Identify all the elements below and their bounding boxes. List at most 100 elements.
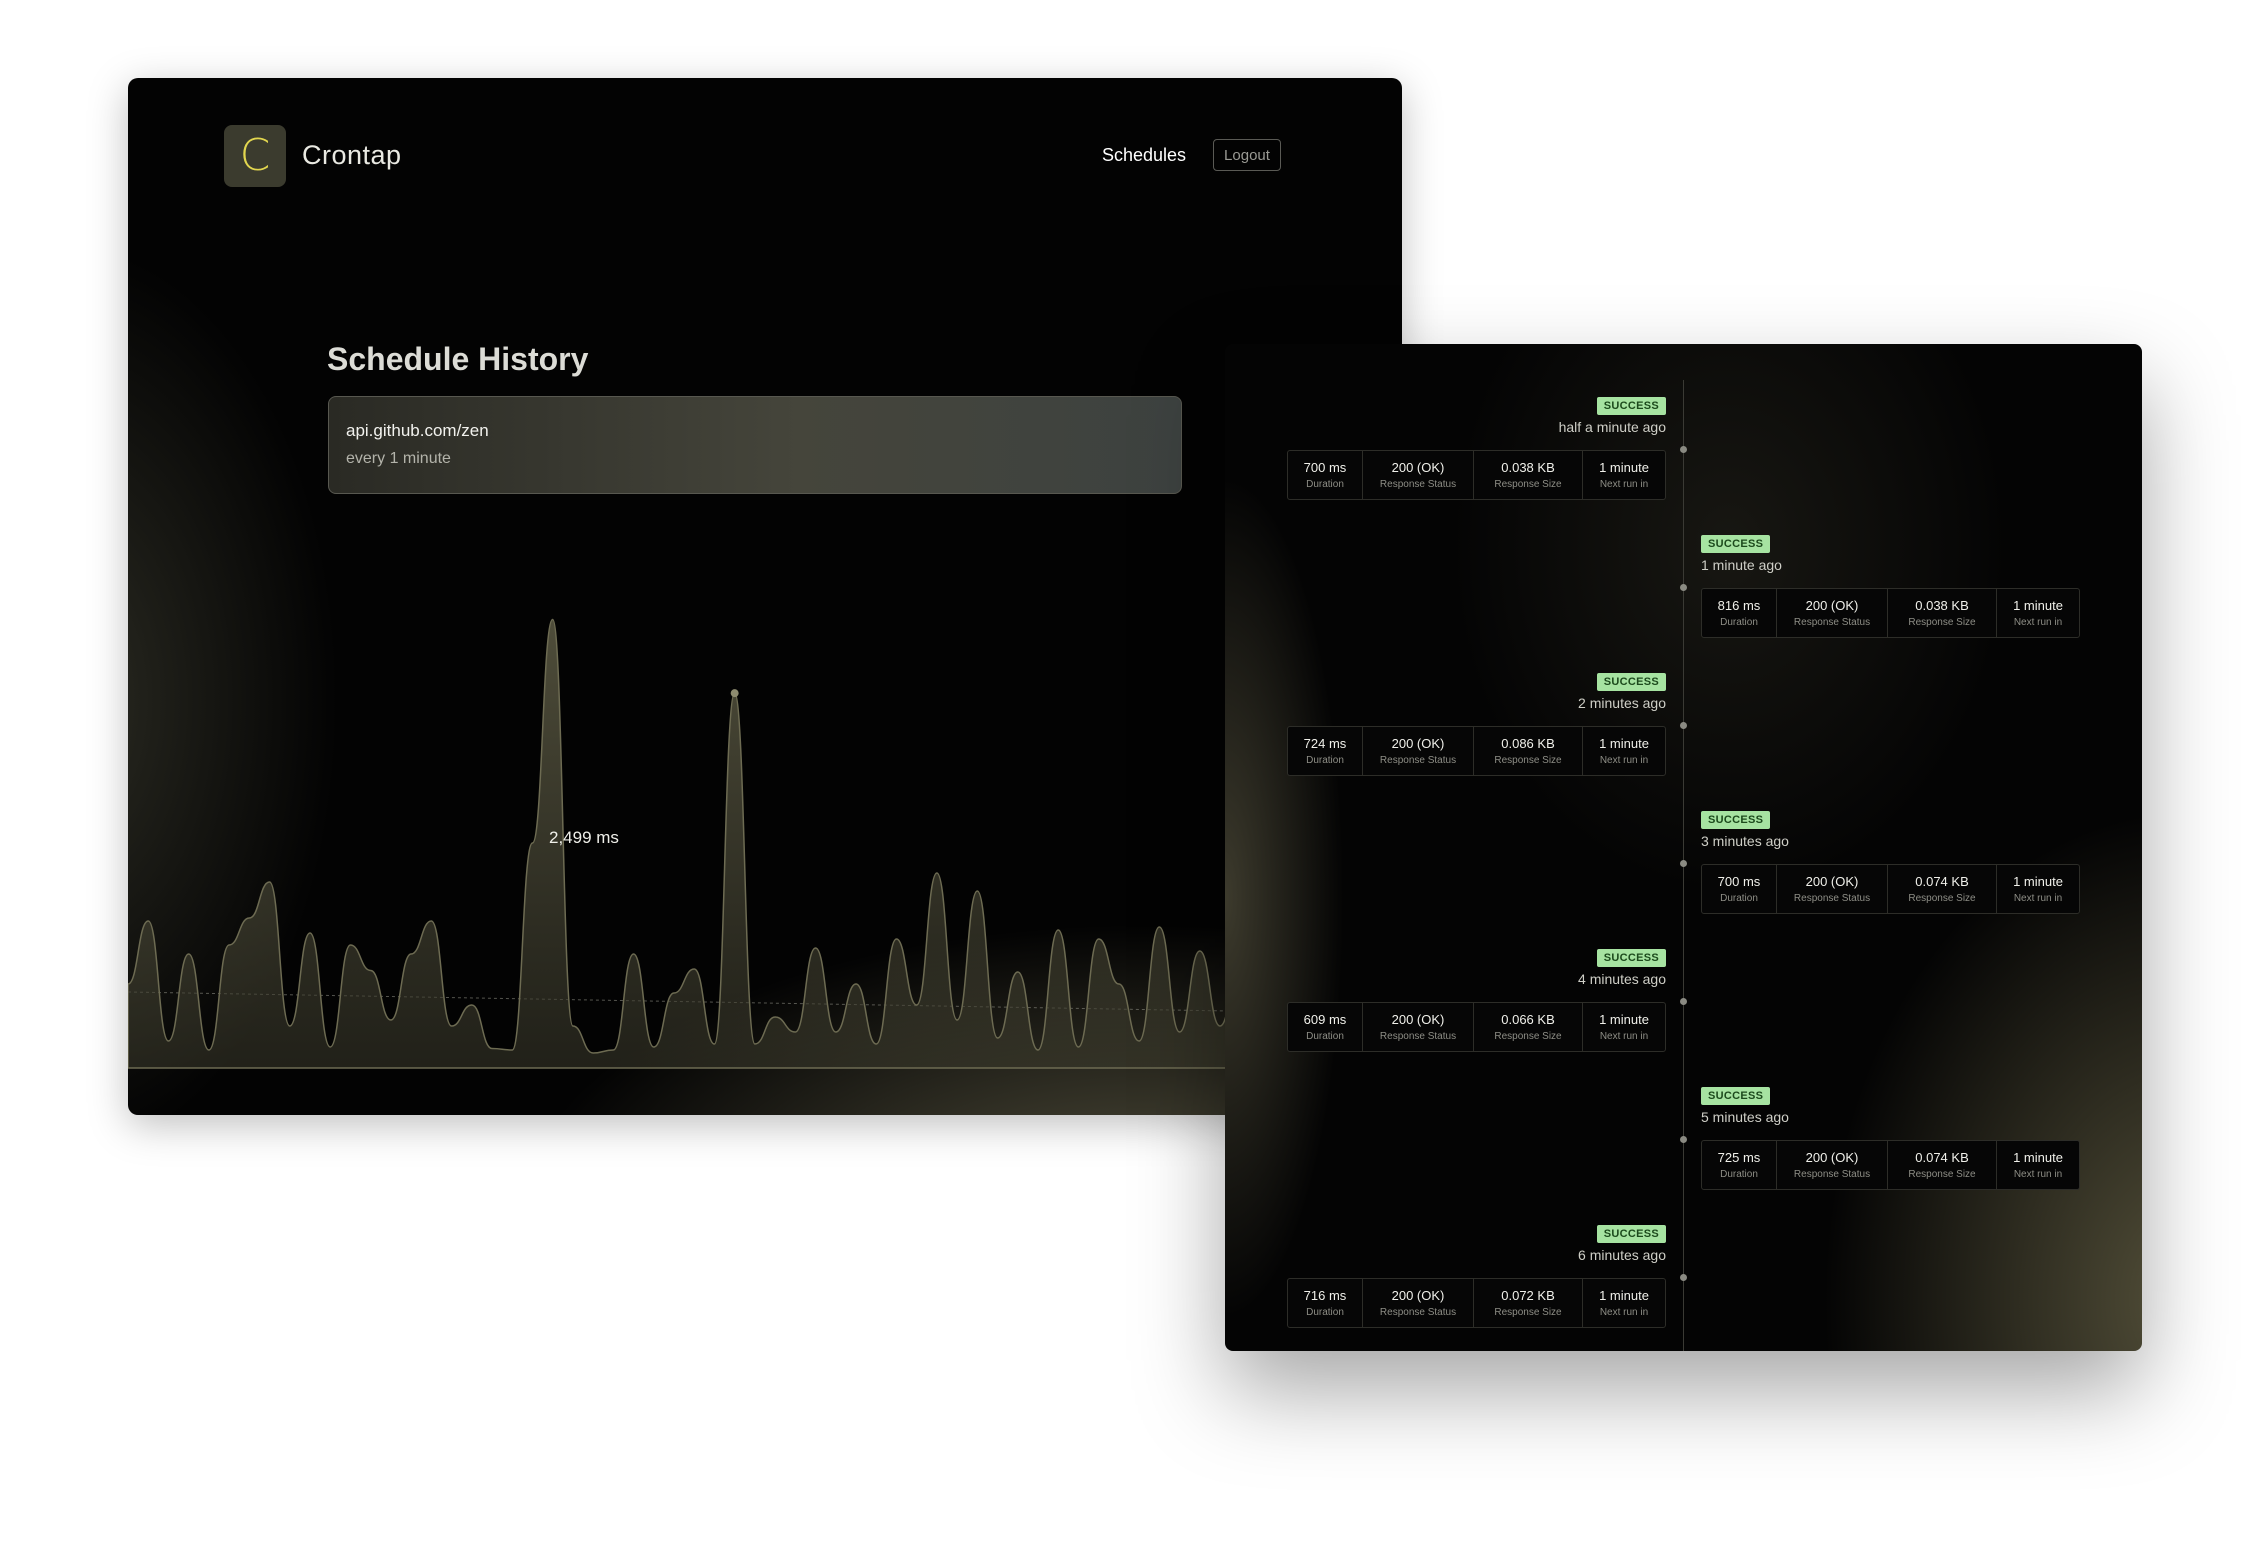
timeline-dot bbox=[1680, 446, 1687, 453]
timeline-entry[interactable]: SUCCESS 3 minutes ago 700 ms Duration 200 (O… bbox=[1701, 810, 2080, 914]
stat-value: 700 ms bbox=[1303, 460, 1347, 475]
stat-value: 1 minute bbox=[1599, 1288, 1649, 1303]
stat-value: 0.074 KB bbox=[1915, 1150, 1969, 1165]
stat-cell: 1 minute Next run in bbox=[1997, 1141, 2079, 1189]
stat-key: Next run in bbox=[1599, 1307, 1649, 1318]
stat-key: Duration bbox=[1306, 1031, 1344, 1042]
stat-value: 609 ms bbox=[1303, 1012, 1347, 1027]
status-badge: SUCCESS bbox=[1596, 1225, 1666, 1243]
stat-cell: 0.074 KB Response Size bbox=[1888, 865, 1997, 913]
run-stats: 725 ms Duration 200 (OK) Response Status 0.0… bbox=[1701, 1140, 2080, 1190]
stat-key: Duration bbox=[1306, 1307, 1344, 1318]
stat-value: 200 (OK) bbox=[1805, 874, 1859, 889]
stat-value: 0.066 KB bbox=[1501, 1012, 1555, 1027]
duration-chart[interactable] bbox=[128, 78, 1402, 1115]
stat-value: 200 (OK) bbox=[1805, 1150, 1859, 1165]
run-stats: 816 ms Duration 200 (OK) Response Status 0.0… bbox=[1701, 588, 2080, 638]
run-time-ago: 4 minutes ago bbox=[1578, 971, 1666, 987]
stat-cell: 200 (OK) Response Status bbox=[1777, 1141, 1888, 1189]
stat-key: Duration bbox=[1720, 893, 1758, 904]
stat-value: 1 minute bbox=[2013, 598, 2063, 613]
stat-key: Response Size bbox=[1494, 1307, 1562, 1318]
stat-cell: 200 (OK) Response Status bbox=[1363, 1003, 1474, 1051]
stat-key: Response Status bbox=[1379, 1031, 1457, 1042]
run-time-ago: 3 minutes ago bbox=[1701, 833, 1789, 849]
stat-cell: 1 minute Next run in bbox=[1997, 865, 2079, 913]
chart-highlight-point[interactable] bbox=[730, 689, 739, 698]
status-badge: SUCCESS bbox=[1596, 397, 1666, 415]
timeline-entry[interactable]: SUCCESS 2 minutes ago 724 ms Duration 200 (O… bbox=[1287, 672, 1666, 776]
stat-value: 724 ms bbox=[1303, 736, 1347, 751]
run-time-ago: 6 minutes ago bbox=[1578, 1247, 1666, 1263]
timeline-dot bbox=[1680, 1136, 1687, 1143]
stat-cell: 700 ms Duration bbox=[1702, 865, 1777, 913]
run-stats: 700 ms Duration 200 (OK) Response Status 0.0… bbox=[1287, 450, 1666, 500]
status-badge: SUCCESS bbox=[1701, 811, 1771, 829]
stat-value: 0.072 KB bbox=[1501, 1288, 1555, 1303]
timeline-entry[interactable]: SUCCESS 4 minutes ago 609 ms Duration 200 (O… bbox=[1287, 948, 1666, 1052]
stat-cell: 0.086 KB Response Size bbox=[1474, 727, 1583, 775]
stat-cell: 1 minute Next run in bbox=[1583, 451, 1665, 499]
stat-key: Next run in bbox=[1599, 1031, 1649, 1042]
duration-area-series bbox=[128, 618, 1402, 1069]
timeline-entry[interactable]: SUCCESS 1 minute ago 816 ms Duration 200 (OK… bbox=[1701, 534, 2080, 638]
timeline-dot bbox=[1680, 584, 1687, 591]
stat-cell: 200 (OK) Response Status bbox=[1777, 589, 1888, 637]
timeline-entry[interactable]: SUCCESS 5 minutes ago 725 ms Duration 200 (O… bbox=[1701, 1086, 2080, 1190]
stat-key: Response Size bbox=[1494, 479, 1562, 490]
stat-key: Next run in bbox=[2013, 1169, 2063, 1180]
timeline-dot bbox=[1680, 722, 1687, 729]
stat-cell: 724 ms Duration bbox=[1288, 727, 1363, 775]
stat-cell: 816 ms Duration bbox=[1702, 589, 1777, 637]
stat-key: Duration bbox=[1720, 1169, 1758, 1180]
stat-value: 1 minute bbox=[1599, 1012, 1649, 1027]
status-badge: SUCCESS bbox=[1596, 949, 1666, 967]
stat-value: 700 ms bbox=[1717, 874, 1761, 889]
stat-value: 0.074 KB bbox=[1915, 874, 1969, 889]
stat-value: 200 (OK) bbox=[1805, 598, 1859, 613]
run-time-ago: 5 minutes ago bbox=[1701, 1109, 1789, 1125]
run-stats: 724 ms Duration 200 (OK) Response Status 0.0… bbox=[1287, 726, 1666, 776]
stat-key: Duration bbox=[1720, 617, 1758, 628]
stat-value: 200 (OK) bbox=[1391, 736, 1445, 751]
stat-key: Next run in bbox=[1599, 755, 1649, 766]
stat-cell: 700 ms Duration bbox=[1288, 451, 1363, 499]
stat-key: Next run in bbox=[2013, 893, 2063, 904]
stat-value: 0.038 KB bbox=[1915, 598, 1969, 613]
stat-value: 1 minute bbox=[2013, 874, 2063, 889]
stat-cell: 1 minute Next run in bbox=[1583, 1003, 1665, 1051]
stat-cell: 1 minute Next run in bbox=[1583, 727, 1665, 775]
timeline-dot bbox=[1680, 860, 1687, 867]
stat-cell: 200 (OK) Response Status bbox=[1363, 727, 1474, 775]
run-time-ago: half a minute ago bbox=[1558, 419, 1666, 435]
timeline-dot bbox=[1680, 998, 1687, 1005]
stat-cell: 609 ms Duration bbox=[1288, 1003, 1363, 1051]
stat-value: 200 (OK) bbox=[1391, 1288, 1445, 1303]
stat-value: 725 ms bbox=[1717, 1150, 1761, 1165]
stat-value: 1 minute bbox=[1599, 736, 1649, 751]
stat-value: 200 (OK) bbox=[1391, 460, 1445, 475]
schedule-history-window: C Crontap Schedules Logout Schedule Hist… bbox=[128, 78, 1402, 1115]
stat-cell: 200 (OK) Response Status bbox=[1363, 451, 1474, 499]
timeline-dot bbox=[1680, 1274, 1687, 1281]
stat-value: 816 ms bbox=[1717, 598, 1761, 613]
stat-value: 1 minute bbox=[1599, 460, 1649, 475]
stat-key: Response Size bbox=[1908, 617, 1976, 628]
status-badge: SUCCESS bbox=[1596, 673, 1666, 691]
stat-value: 0.086 KB bbox=[1501, 736, 1555, 751]
stat-key: Response Status bbox=[1793, 893, 1871, 904]
stat-cell: 725 ms Duration bbox=[1702, 1141, 1777, 1189]
timeline-entry[interactable]: SUCCESS 6 minutes ago 716 ms Duration 200 (O… bbox=[1287, 1224, 1666, 1328]
stat-key: Response Size bbox=[1494, 1031, 1562, 1042]
stat-key: Response Size bbox=[1494, 755, 1562, 766]
stat-key: Response Status bbox=[1379, 1307, 1457, 1318]
stat-value: 0.038 KB bbox=[1501, 460, 1555, 475]
run-time-ago: 2 minutes ago bbox=[1578, 695, 1666, 711]
stat-cell: 200 (OK) Response Status bbox=[1363, 1279, 1474, 1327]
stat-key: Response Status bbox=[1793, 1169, 1871, 1180]
stat-key: Response Status bbox=[1379, 755, 1457, 766]
run-timeline-window: SUCCESS half a minute ago 700 ms Duration 20… bbox=[1225, 344, 2142, 1351]
timeline-entry[interactable]: SUCCESS half a minute ago 700 ms Duration 20… bbox=[1287, 396, 1666, 500]
stat-cell: 716 ms Duration bbox=[1288, 1279, 1363, 1327]
stat-cell: 0.072 KB Response Size bbox=[1474, 1279, 1583, 1327]
